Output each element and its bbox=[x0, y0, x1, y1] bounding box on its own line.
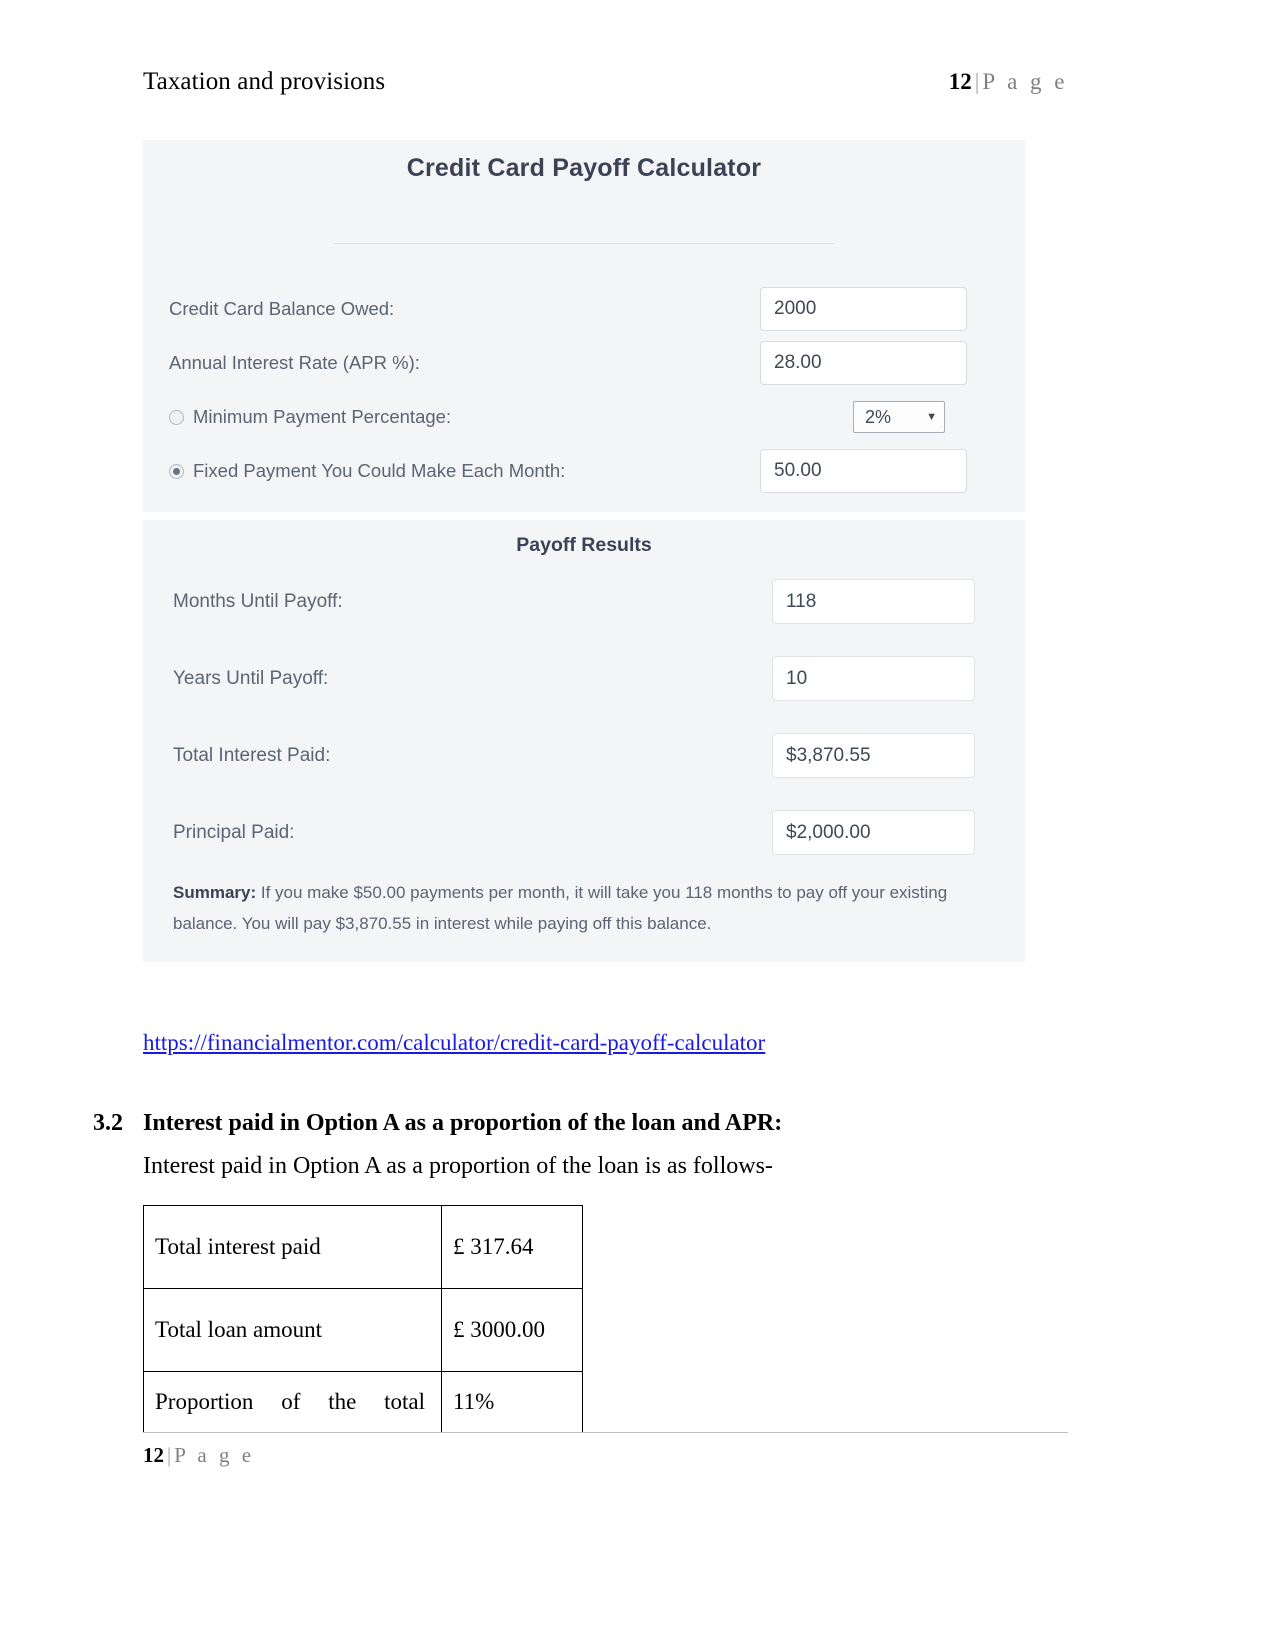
table-cell-value: £ 317.64 bbox=[441, 1205, 583, 1289]
calculator-title: Credit Card Payoff Calculator bbox=[406, 154, 762, 182]
principal-paid-value: $2,000.00 bbox=[772, 810, 975, 855]
payoff-results-panel: Payoff Results Months Until Payoff: 118 … bbox=[143, 520, 1025, 962]
fixed-payment-input[interactable]: 50.00 bbox=[760, 449, 967, 493]
table-cell-value: £ 3000.00 bbox=[441, 1288, 583, 1372]
section-heading-text: Interest paid in Option A as a proportio… bbox=[143, 1110, 783, 1136]
document-header: Taxation and provisions 12 | P a g e bbox=[143, 68, 1068, 96]
months-until-payoff-label: Months Until Payoff: bbox=[173, 590, 343, 612]
header-page-word: P a g e bbox=[982, 69, 1068, 94]
principal-paid-label: Principal Paid: bbox=[173, 821, 295, 843]
payoff-summary-label: Summary: bbox=[173, 883, 257, 902]
calculator-input-panel: Credit Card Payoff Calculator Credit Car… bbox=[143, 140, 1025, 512]
header-title: Taxation and provisions bbox=[143, 68, 386, 95]
principal-paid-row: Principal Paid: $2,000.00 bbox=[143, 794, 1025, 871]
table-cell-label: Proportion of the total bbox=[143, 1371, 442, 1432]
payoff-summary-text: If you make $50.00 payments per month, i… bbox=[173, 883, 948, 934]
footer-page-word: P a g e bbox=[174, 1443, 255, 1467]
years-until-payoff-label: Years Until Payoff: bbox=[173, 667, 329, 689]
credit-card-payoff-calculator-screenshot: Credit Card Payoff Calculator Credit Car… bbox=[143, 140, 1025, 962]
table-row: Proportion of the total 11% bbox=[143, 1371, 583, 1432]
fixed-payment-label: Fixed Payment You Could Make Each Month: bbox=[193, 460, 566, 481]
fixed-payment-radio-icon[interactable] bbox=[169, 463, 184, 479]
total-interest-paid-row: Total Interest Paid: $3,870.55 bbox=[143, 717, 1025, 794]
footer-separator: | bbox=[167, 1443, 172, 1467]
minimum-payment-selected-value: 2% bbox=[865, 406, 892, 427]
calculator-divider bbox=[334, 243, 834, 244]
payoff-results-title: Payoff Results bbox=[516, 534, 652, 556]
balance-owed-label: Credit Card Balance Owed: bbox=[169, 298, 395, 319]
section-paragraph: Interest paid in Option A as a proportio… bbox=[143, 1153, 773, 1179]
fixed-payment-label-group: Fixed Payment You Could Make Each Month: bbox=[169, 460, 565, 482]
balance-owed-input[interactable]: 2000 bbox=[760, 287, 967, 331]
months-until-payoff-value: 118 bbox=[772, 579, 975, 624]
table-cell-label: Total interest paid bbox=[143, 1205, 442, 1289]
payoff-summary: Summary: If you make $50.00 payments per… bbox=[143, 871, 1025, 952]
apr-row: Annual Interest Rate (APR %): 28.00 bbox=[143, 336, 1025, 390]
fixed-payment-row: Fixed Payment You Could Make Each Month:… bbox=[143, 444, 1025, 498]
minimum-payment-percentage-select[interactable]: 2% ▼ bbox=[853, 401, 945, 433]
chevron-down-icon: ▼ bbox=[926, 411, 937, 423]
minimum-payment-row: Minimum Payment Percentage: 2% ▼ bbox=[143, 390, 1025, 444]
header-page-indicator: 12 | P a g e bbox=[949, 69, 1068, 95]
source-url-link[interactable]: https://financialmentor.com/calculator/c… bbox=[143, 1030, 765, 1056]
total-interest-paid-value: $3,870.55 bbox=[772, 733, 975, 778]
minimum-payment-label: Minimum Payment Percentage: bbox=[193, 406, 452, 427]
apr-label: Annual Interest Rate (APR %): bbox=[169, 352, 420, 373]
minimum-payment-label-group: Minimum Payment Percentage: bbox=[169, 406, 451, 428]
footer-page-number: 12 bbox=[143, 1443, 164, 1467]
header-page-number: 12 bbox=[948, 69, 972, 94]
section-heading: 3.2 Interest paid in Option A as a propo… bbox=[93, 1110, 1033, 1137]
minimum-payment-radio-icon[interactable] bbox=[169, 409, 184, 425]
table-cell-label: Total loan amount bbox=[143, 1288, 442, 1372]
months-until-payoff-row: Months Until Payoff: 118 bbox=[143, 563, 1025, 640]
total-interest-paid-label: Total Interest Paid: bbox=[173, 744, 331, 766]
footer-divider bbox=[143, 1432, 1068, 1433]
years-until-payoff-row: Years Until Payoff: 10 bbox=[143, 640, 1025, 717]
apr-input[interactable]: 28.00 bbox=[760, 341, 967, 385]
document-footer: 12 | P a g e bbox=[143, 1443, 255, 1468]
table-row: Total interest paid £ 317.64 bbox=[143, 1205, 583, 1289]
table-row: Total loan amount £ 3000.00 bbox=[143, 1288, 583, 1372]
balance-owed-row: Credit Card Balance Owed: 2000 bbox=[143, 282, 1025, 336]
document-page: Taxation and provisions 12 | P a g e Credi… bbox=[0, 0, 1275, 1651]
table-cell-value: 11% bbox=[441, 1371, 583, 1432]
interest-proportion-table: Total interest paid £ 317.64 Total loan … bbox=[143, 1205, 583, 1432]
years-until-payoff-value: 10 bbox=[772, 656, 975, 701]
section-number: 3.2 bbox=[93, 1110, 123, 1136]
header-separator: | bbox=[974, 69, 980, 94]
